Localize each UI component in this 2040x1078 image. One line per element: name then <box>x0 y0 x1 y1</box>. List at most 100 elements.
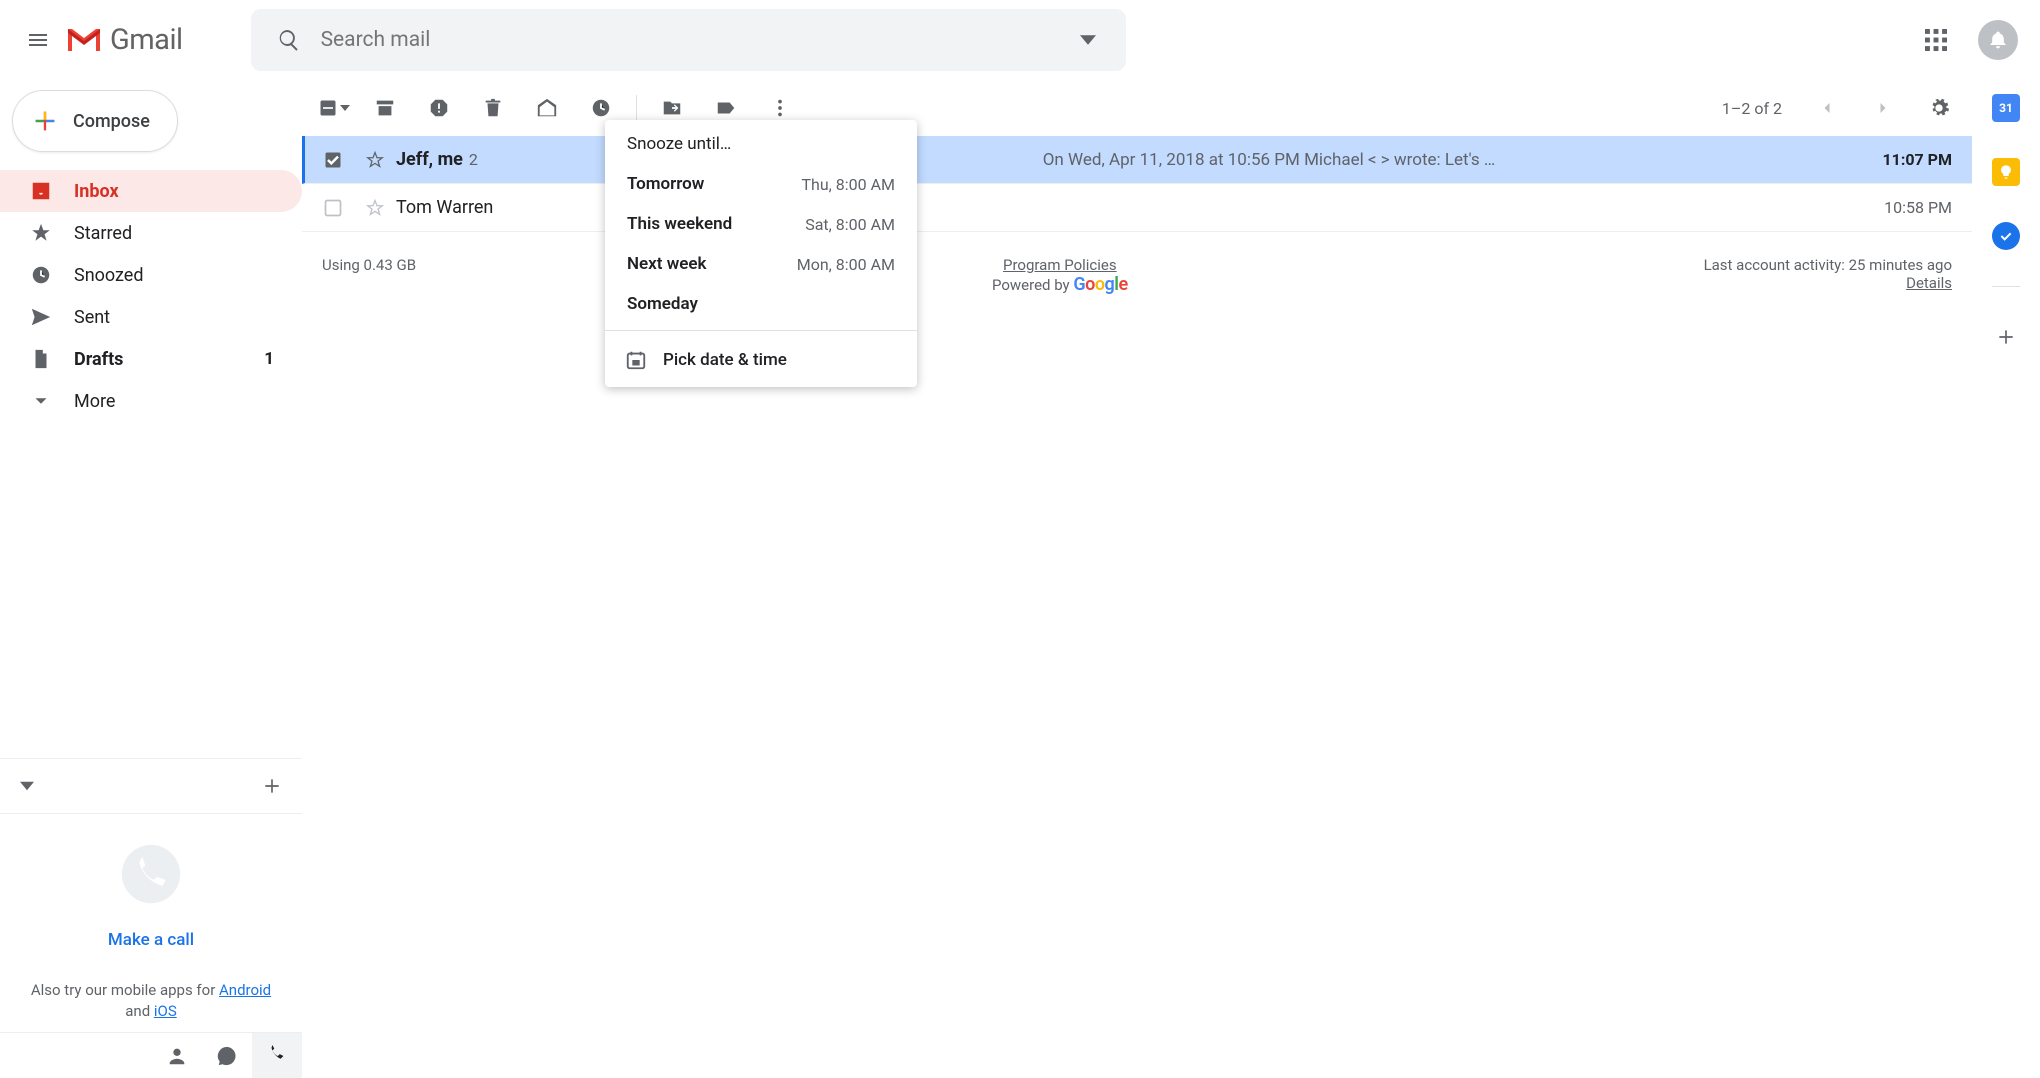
send-icon <box>30 306 52 328</box>
plus-icon <box>1996 327 2016 347</box>
notifications-button[interactable] <box>1978 20 2018 60</box>
message-row[interactable]: Jeff, me 2 On Wed, Apr 11, 2018 at 10:56… <box>302 136 1972 184</box>
clock-icon <box>30 264 52 286</box>
search-bar[interactable] <box>251 9 1126 71</box>
search-options-button[interactable] <box>1064 16 1112 64</box>
snooze-option-someday[interactable]: Someday <box>605 284 917 324</box>
chevron-right-icon <box>1873 98 1893 118</box>
row-checkbox[interactable] <box>312 150 354 170</box>
hangouts-header <box>0 758 302 814</box>
calendar-icon: 31 <box>1999 101 2013 115</box>
row-checkbox[interactable] <box>312 198 354 218</box>
rail-calendar-button[interactable]: 31 <box>1992 94 2020 122</box>
ios-link[interactable]: iOS <box>154 1002 177 1020</box>
plus-icon <box>31 107 59 135</box>
details-link[interactable]: Details <box>1704 274 1952 292</box>
bell-icon <box>1988 30 2008 50</box>
mark-read-button[interactable] <box>522 87 572 129</box>
mail-open-icon <box>536 97 558 119</box>
plus-icon[interactable] <box>262 776 282 796</box>
folder-move-icon <box>661 97 683 119</box>
action-toolbar: 1–2 of 2 <box>302 80 1972 136</box>
label-icon <box>715 97 737 119</box>
mobile-apps-text: Also try our mobile apps for Android and… <box>20 980 282 1022</box>
storage-text: Using 0.43 GB <box>322 256 416 295</box>
phone-icon <box>266 1045 288 1067</box>
person-icon <box>166 1045 188 1067</box>
rail-keep-button[interactable] <box>1992 158 2020 186</box>
apps-grid-icon <box>1925 29 1947 51</box>
more-vert-icon <box>769 97 791 119</box>
android-link[interactable]: Android <box>219 981 271 999</box>
row-star[interactable] <box>354 150 396 170</box>
checkbox-indeterminate-icon <box>318 98 338 118</box>
main-menu-button[interactable] <box>14 16 62 64</box>
gmail-logo-icon <box>64 25 104 55</box>
hangouts-tab-chat[interactable] <box>202 1033 252 1078</box>
check-icon <box>1998 228 2014 244</box>
hangouts-tab-phone[interactable] <box>252 1033 302 1078</box>
sidebar-item-sent[interactable]: Sent <box>0 296 302 338</box>
older-button[interactable] <box>1802 87 1852 129</box>
rail-add-button[interactable] <box>1992 323 2020 351</box>
sidebar-item-snoozed[interactable]: Snoozed <box>0 254 302 296</box>
snooze-menu-header: Snooze until… <box>605 120 917 164</box>
checkbox-icon <box>323 198 343 218</box>
search-button[interactable] <box>265 16 313 64</box>
search-input[interactable] <box>313 28 1064 52</box>
rail-tasks-button[interactable] <box>1992 222 2020 250</box>
sidebar-item-drafts[interactable]: Drafts 1 <box>0 338 302 380</box>
star-icon <box>30 222 52 244</box>
file-icon <box>30 348 52 370</box>
calendar-icon <box>625 349 647 371</box>
delete-button[interactable] <box>468 87 518 129</box>
snooze-pick-datetime[interactable]: Pick date & time <box>605 337 917 383</box>
message-list: Jeff, me 2 On Wed, Apr 11, 2018 at 10:56… <box>302 136 1972 232</box>
phone-bubble-icon <box>116 842 186 912</box>
row-time: 11:07 PM <box>1862 150 1972 169</box>
report-spam-button[interactable] <box>414 87 464 129</box>
settings-button[interactable] <box>1914 87 1964 129</box>
caret-down-icon <box>1080 32 1096 48</box>
sidebar-item-starred[interactable]: Starred <box>0 212 302 254</box>
sidebar-item-more[interactable]: More <box>0 380 302 422</box>
gear-icon <box>1928 97 1950 119</box>
compose-label: Compose <box>73 111 150 132</box>
program-policies-link[interactable]: Program Policies <box>1003 256 1117 274</box>
hamburger-icon <box>26 28 50 52</box>
hangouts-tabs <box>0 1032 302 1078</box>
side-rail: 31 <box>1972 80 2040 1078</box>
left-sidebar: Compose Inbox Starred Snoozed Sent Draft… <box>0 84 302 1078</box>
inbox-icon <box>30 180 52 202</box>
row-star[interactable] <box>354 198 396 218</box>
gmail-logo-text: Gmail <box>110 23 183 57</box>
footer: Using 0.43 GB Program Policies Powered b… <box>302 232 1972 319</box>
spam-icon <box>428 97 450 119</box>
archive-button[interactable] <box>360 87 410 129</box>
activity-text: Last account activity: 25 minutes ago <box>1704 256 1952 274</box>
compose-button[interactable]: Compose <box>12 90 178 152</box>
clock-icon <box>590 97 612 119</box>
sidebar-item-inbox[interactable]: Inbox <box>0 170 302 212</box>
archive-icon <box>374 97 396 119</box>
chevron-down-icon <box>30 390 52 412</box>
message-row[interactable]: Tom Warren 10:58 PM <box>302 184 1972 232</box>
select-dropdown-button[interactable] <box>312 87 356 129</box>
google-logo: Google <box>1073 274 1127 295</box>
hangouts-body: Make a call Also try our mobile apps for… <box>0 814 302 1032</box>
snooze-option-weekend[interactable]: This weekend Sat, 8:00 AM <box>605 204 917 244</box>
caret-down-icon[interactable] <box>20 779 34 793</box>
trash-icon <box>482 97 504 119</box>
snooze-menu: Snooze until… Tomorrow Thu, 8:00 AM This… <box>605 120 917 387</box>
lightbulb-icon <box>1998 164 2014 180</box>
hangouts-tab-contacts[interactable] <box>152 1033 202 1078</box>
row-time: 10:58 PM <box>1862 198 1972 217</box>
snooze-option-nextweek[interactable]: Next week Mon, 8:00 AM <box>605 244 917 284</box>
google-apps-button[interactable] <box>1912 16 1960 64</box>
snooze-option-tomorrow[interactable]: Tomorrow Thu, 8:00 AM <box>605 164 917 204</box>
gmail-logo[interactable]: Gmail <box>64 23 183 57</box>
chat-bubble-icon <box>216 1045 238 1067</box>
chevron-left-icon <box>1817 98 1837 118</box>
newer-button[interactable] <box>1858 87 1908 129</box>
make-call-link[interactable]: Make a call <box>20 930 282 950</box>
